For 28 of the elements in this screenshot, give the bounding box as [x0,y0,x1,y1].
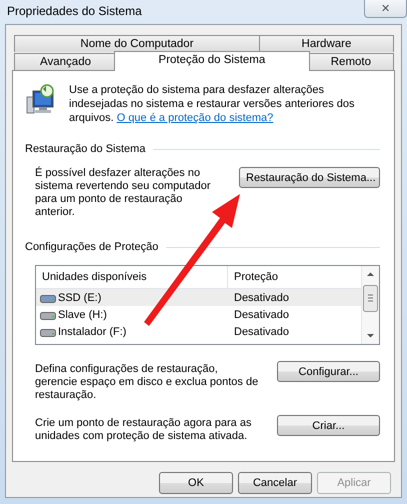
tab[interactable]: Remoto [308,53,394,71]
description-text: É possível desfazer alterações no sistema revertendo seu computador para um ponto de restauração anterior. [35,167,212,219]
list-row[interactable]: Slave (H:) Desativado [36,306,361,323]
description-text: Crie um ponto de restauração agora para as unidades com proteção de sistema ativada. [35,417,252,443]
group-title: Restauração do Sistema [25,143,146,155]
tab[interactable]: Nome do Computador [14,35,260,52]
table-cell-text: Desativado [233,292,290,304]
table-cell-text: Desativado [233,308,290,320]
column-header[interactable]: Proteção [228,266,361,288]
dialog-button[interactable]: Cancelar [238,472,312,494]
drive-name: Slave (H:) [58,308,107,320]
help-link[interactable]: O que é a proteção do sistema? [116,112,274,124]
window-title: Propriedades do Sistema [7,4,142,18]
group-title: Configurações de Proteção [25,241,158,253]
close-button[interactable]: ✕ [364,0,407,18]
description-text: Defina configurações de restauração, gerencie espaço em disco e exclua pontos de restauração. [35,363,260,402]
action-button[interactable]: Configurar... [277,361,380,382]
system-restore-button[interactable]: Restauração do Sistema... [239,167,380,188]
drive-name: Instalador (F:) [58,326,126,338]
action-button[interactable]: Criar... [277,415,380,436]
table-cell-text: Desativado [233,326,290,338]
intro-paragraph: Use a proteção do sistema para desfazer alterações indesejadas no sistema e restaurar versões anteriores dos arquivos. O que é a proteção do sistema? [69,83,356,125]
list-row[interactable]: Instalador (F:) Desativado [36,323,361,340]
dialog-button[interactable]: OK [159,472,233,494]
tab[interactable]: Hardware [258,35,394,52]
list-row[interactable]: SSD (E:) Desativado [36,289,361,306]
tab[interactable]: Proteção do Sistema [114,51,310,71]
drive-name: SSD (E:) [58,292,102,304]
